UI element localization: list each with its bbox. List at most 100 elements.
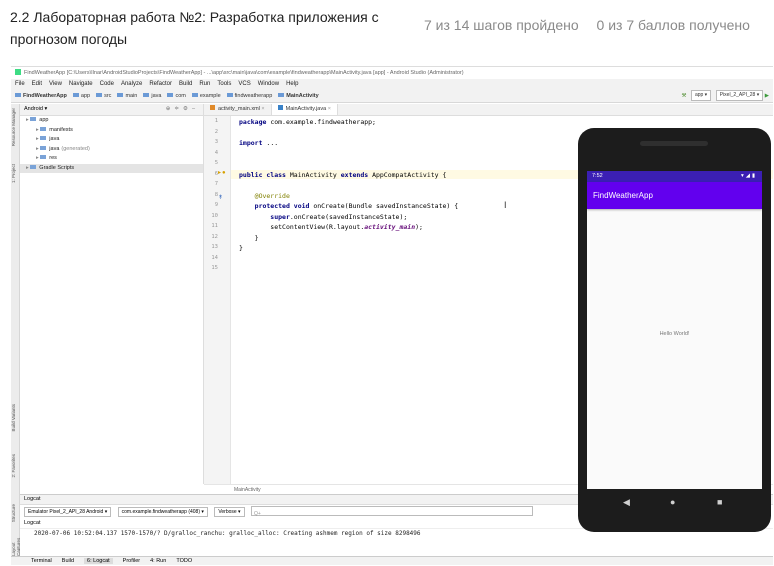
window-title: FindWeatherApp [C:\Users\Ilnar\AndroidSt… xyxy=(24,70,464,76)
folder-icon xyxy=(15,93,21,97)
breadcrumb-label: app xyxy=(80,93,91,99)
line-number: 7 xyxy=(214,181,218,187)
logcat-device-select[interactable]: Emulator Pixel_2_API_28 Android ▾ xyxy=(24,507,112,517)
bottom-tab-logcat[interactable]: 6: Logcat xyxy=(84,558,113,564)
menu-item-run[interactable]: Run xyxy=(199,81,210,87)
line-number: 5 xyxy=(214,160,218,166)
line-number: 6 xyxy=(214,170,218,177)
android-studio-icon xyxy=(15,69,21,75)
window-title-bar: FindWeatherApp [C:\Users\Ilnar\AndroidSt… xyxy=(11,67,773,79)
tree-item[interactable]: ▸ java (generated) xyxy=(20,145,203,155)
menu-item-vcs[interactable]: VCS xyxy=(238,81,250,87)
tool-window-1[interactable]: Resource Manager xyxy=(11,108,16,146)
folder-icon xyxy=(30,164,37,169)
menu-item-edit[interactable]: Edit xyxy=(32,81,42,87)
breadcrumb-label: src xyxy=(104,93,112,99)
breadcrumb-label: findweatherapp xyxy=(234,93,273,99)
close-icon[interactable]: × xyxy=(326,106,331,112)
device-time: 7:52 xyxy=(592,173,603,179)
folder-icon xyxy=(30,117,37,121)
tool-window-5[interactable]: Structure xyxy=(11,504,16,522)
breadcrumb-item[interactable]: java xyxy=(143,93,161,99)
override-gutter-icon[interactable]: ↟ xyxy=(218,194,223,201)
tree-item[interactable]: ▸ res xyxy=(20,154,203,164)
menu-item-tools[interactable]: Tools xyxy=(217,81,231,87)
bottom-tab-terminal[interactable]: Terminal xyxy=(31,558,52,564)
code-token: } xyxy=(239,244,243,252)
run-gutter-icon[interactable]: ▸ xyxy=(218,169,221,176)
breadcrumb-item[interactable]: findweatherapp xyxy=(226,93,273,99)
android-view-select[interactable]: Android ▾ xyxy=(24,106,47,112)
tool-window-2[interactable]: 1: Project xyxy=(11,164,16,183)
hello-text: Hello World! xyxy=(659,331,690,337)
points-earned: 0 из 7 баллов получено xyxy=(596,17,750,33)
breadcrumb-item[interactable]: example xyxy=(191,93,221,99)
breadcrumb-item[interactable]: main xyxy=(117,93,137,99)
device-select[interactable]: Pixel_2_API_28 ▾ xyxy=(715,90,764,101)
breadcrumb-label: main xyxy=(125,93,138,99)
code-line: @Override xyxy=(239,192,290,200)
bulb-icon[interactable]: ● xyxy=(222,170,226,176)
menu-item-analyze[interactable]: Analyze xyxy=(121,81,142,87)
menu-item-build[interactable]: Build xyxy=(179,81,192,87)
code-line: setContentView(R.layout.activity_main); xyxy=(239,223,423,231)
tree-item-note: (generated) xyxy=(61,145,90,152)
tree-item[interactable]: ▸ manifests xyxy=(20,126,203,136)
collapse-icon[interactable]: ≑ xyxy=(174,106,183,112)
hammer-icon[interactable]: ⚒ xyxy=(681,93,686,99)
tool-window-4[interactable]: 2: Favorites xyxy=(11,454,16,478)
tab-main-activity[interactable]: MainActivity.java × xyxy=(271,104,338,115)
lesson-header: 2.2 Лабораторная работа №2: Разработка п… xyxy=(0,0,774,64)
emulator-device: 7:52 ▾◢▮ FindWeatherApp Hello World! ◀ ●… xyxy=(578,128,771,532)
menu-item-refactor[interactable]: Refactor xyxy=(149,81,172,87)
gear-icon[interactable]: ⚙ xyxy=(183,106,192,112)
bottom-tab-build[interactable]: Build xyxy=(62,558,74,564)
breadcrumb-item[interactable]: FindWeatherApp xyxy=(15,93,67,99)
breadcrumb-item[interactable]: com xyxy=(167,93,186,99)
breadcrumb-item[interactable]: src xyxy=(96,93,111,99)
xml-file-icon xyxy=(210,105,215,110)
back-icon[interactable]: ◀ xyxy=(623,497,630,508)
breadcrumb-item[interactable]: MainActivity xyxy=(278,93,319,99)
menu-item-code[interactable]: Code xyxy=(100,81,114,87)
line-number: 2 xyxy=(214,128,218,135)
java-class-icon xyxy=(277,105,283,110)
tree-item-label: java xyxy=(49,145,60,152)
bottom-tab-todo[interactable]: TODO xyxy=(176,558,192,564)
menu-item-view[interactable]: View xyxy=(49,81,62,87)
menu-item-navigate[interactable]: Navigate xyxy=(69,81,93,87)
code-line: } xyxy=(239,234,259,242)
text-cursor-icon: I xyxy=(504,200,507,210)
logcat-level-select[interactable]: Verbose ▾ xyxy=(214,507,245,517)
menu-item-window[interactable]: Window xyxy=(258,81,279,87)
tab-activity-main[interactable]: activity_main.xml × xyxy=(204,104,272,115)
code-token: extends xyxy=(340,170,373,179)
steps-passed: 7 из 14 шагов пройдено xyxy=(424,17,579,33)
logcat-process-select[interactable]: com.example.findweatherapp (408) ▾ xyxy=(117,507,208,517)
close-icon[interactable]: × xyxy=(260,106,264,112)
line-number: 11 xyxy=(211,223,218,229)
logcat-search-input[interactable]: Q+ xyxy=(250,506,533,517)
menu-item-help[interactable]: Help xyxy=(286,81,298,87)
tree-item[interactable]: ▸ java xyxy=(20,135,203,145)
code-token: com.example.findweatherapp; xyxy=(270,118,376,126)
tool-window-3[interactable]: Build Variants xyxy=(11,404,16,431)
home-icon[interactable]: ● xyxy=(670,497,675,507)
tree-item[interactable]: ▸ app xyxy=(20,116,203,126)
emulator-screen[interactable]: 7:52 ▾◢▮ FindWeatherApp Hello World! xyxy=(587,171,762,489)
breadcrumb-label: MainActivity xyxy=(286,93,319,99)
folder-icon xyxy=(117,93,124,97)
breadcrumb-item[interactable]: app xyxy=(72,93,91,99)
code-token: super xyxy=(239,212,290,221)
bottom-tab-run[interactable]: 4: Run xyxy=(150,558,166,564)
run-icon[interactable]: ▶ xyxy=(765,93,769,99)
bottom-tab-profiler[interactable]: Profiler xyxy=(123,558,140,564)
menu-item-file[interactable]: File xyxy=(15,81,25,87)
hide-icon[interactable]: – xyxy=(192,106,199,112)
code-token: } xyxy=(239,233,259,242)
line-number: 13 xyxy=(211,244,218,250)
run-config-select[interactable]: app ▾ xyxy=(690,90,712,101)
recents-icon[interactable]: ■ xyxy=(717,497,722,507)
folder-icon xyxy=(72,93,79,97)
tree-item[interactable]: ▸ Gradle Scripts xyxy=(20,163,203,173)
